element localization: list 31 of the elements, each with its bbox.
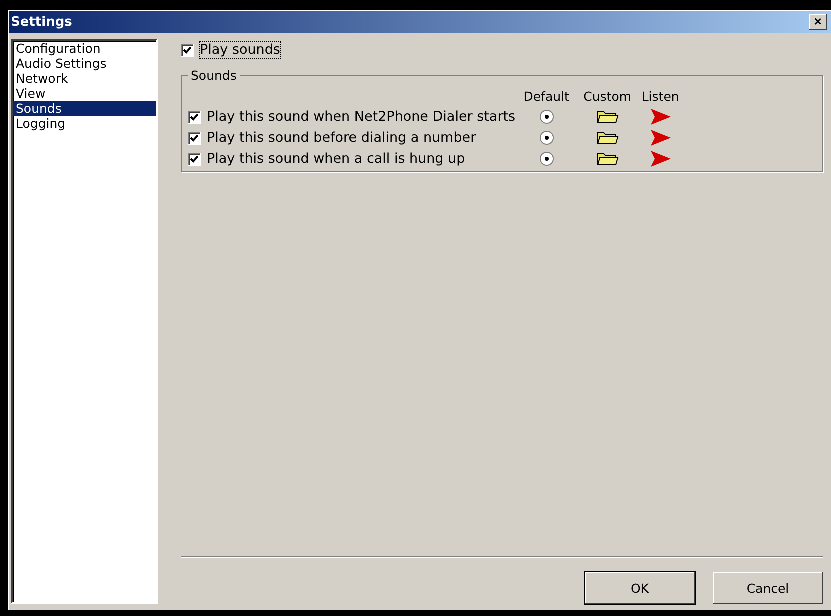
- folder-icon[interactable]: [596, 152, 619, 166]
- play-icon[interactable]: [650, 109, 672, 125]
- window-title: Settings: [11, 14, 72, 30]
- dialog-button[interactable]: Cancel: [713, 572, 823, 604]
- close-button[interactable]: ×: [809, 14, 827, 30]
- category-item[interactable]: View: [13, 86, 156, 101]
- radio-button[interactable]: [540, 131, 554, 145]
- checkbox-label[interactable]: Play this sound when a call is hung up: [207, 151, 466, 167]
- column-header: Listen: [640, 89, 680, 104]
- checkbox[interactable]: [181, 44, 194, 56]
- category-item[interactable]: Configuration: [13, 41, 156, 56]
- category-item[interactable]: Network: [13, 71, 156, 86]
- dialog-button[interactable]: OK: [585, 572, 695, 604]
- category-item[interactable]: Audio Settings: [13, 56, 156, 71]
- checkbox[interactable]: [188, 132, 201, 144]
- checkbox-label[interactable]: Play sounds: [200, 42, 280, 58]
- play-icon[interactable]: [650, 130, 672, 146]
- folder-icon[interactable]: [596, 110, 619, 124]
- folder-icon[interactable]: [596, 131, 619, 145]
- checkbox-label[interactable]: Play this sound when Net2Phone Dialer starts: [207, 109, 516, 125]
- column-header: Custom: [582, 89, 633, 104]
- checkbox[interactable]: [188, 152, 201, 166]
- play-icon[interactable]: [650, 151, 672, 167]
- radio-button[interactable]: [540, 152, 554, 166]
- group-title: Sounds: [190, 68, 238, 83]
- radio-button[interactable]: [540, 110, 554, 124]
- column-header: Default: [522, 89, 570, 104]
- checkbox-label[interactable]: Play this sound before dialing a number: [207, 130, 476, 146]
- category-item[interactable]: Logging: [13, 116, 156, 131]
- checkbox[interactable]: [188, 110, 201, 124]
- category-item[interactable]: Sounds: [13, 101, 156, 116]
